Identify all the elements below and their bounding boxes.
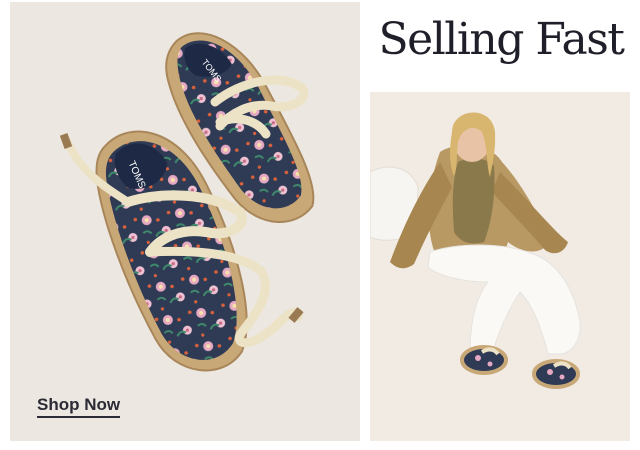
lifestyle-photo-panel[interactable] [370, 92, 630, 441]
product-photo-panel[interactable]: TOMS TOMS Shop Now [10, 2, 360, 441]
model-wearing-shoes-image [370, 112, 581, 389]
shop-now-link[interactable]: Shop Now [37, 395, 121, 418]
espadrille-shoes-image: TOMS TOMS [59, 32, 315, 372]
section-title: Selling Fast [378, 14, 625, 65]
